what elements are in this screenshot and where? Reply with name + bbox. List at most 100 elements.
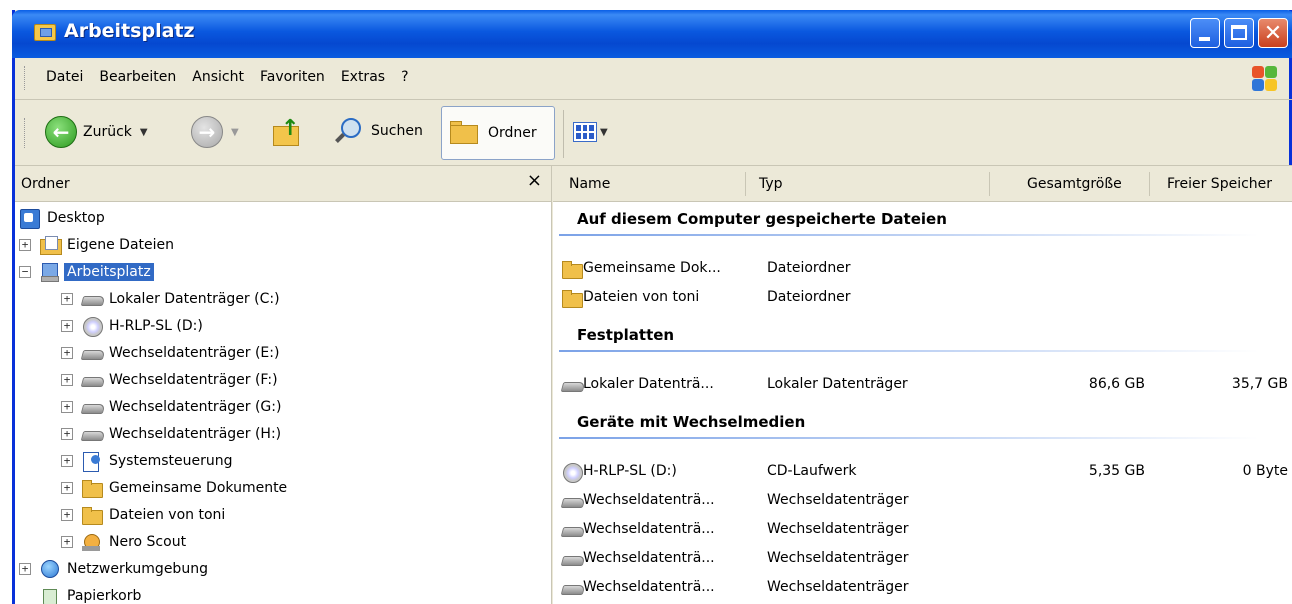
menu-grip[interactable] [24, 66, 27, 90]
tree-item[interactable]: + Gemeinsame Dokumente [61, 474, 287, 501]
list-item[interactable]: Wechseldatenträ... Wechseldatenträger [553, 488, 1292, 514]
expand-icon[interactable]: + [61, 481, 73, 494]
search-label: Suchen [371, 123, 423, 139]
column-divider[interactable] [1149, 172, 1150, 196]
tree-item[interactable]: + Wechseldatenträger (F:) [61, 366, 278, 393]
toolbar-grip[interactable] [24, 118, 27, 148]
close-button[interactable]: ✕ [1258, 18, 1288, 48]
forward-dropdown-icon[interactable]: ▼ [231, 127, 239, 138]
collapse-icon[interactable]: − [19, 265, 31, 278]
up-folder-icon: ↑ [271, 116, 301, 148]
expand-icon[interactable]: + [19, 238, 31, 251]
item-free-space: 0 Byte [1242, 463, 1288, 479]
item-name: Gemeinsame Dok... [583, 260, 721, 276]
item-name: Wechseldatenträ... [583, 492, 715, 508]
group-divider [559, 234, 1259, 236]
close-icon: ✕ [1263, 20, 1283, 46]
expand-icon[interactable]: + [19, 562, 31, 575]
column-divider[interactable] [745, 172, 746, 196]
removable-drive-icon [81, 370, 103, 390]
search-button[interactable]: Suchen [333, 116, 423, 146]
removable-drive-icon [561, 520, 583, 540]
tree-item[interactable]: + Nero Scout [61, 528, 186, 555]
forward-button[interactable]: → ▼ [191, 116, 239, 148]
views-button[interactable]: ▼ [573, 122, 608, 142]
item-name: Wechseldatenträ... [583, 550, 715, 566]
my-computer-icon [39, 262, 61, 282]
title-bar[interactable]: Arbeitsplatz ✕ [12, 10, 1292, 58]
folder-pane-header: Ordner × [15, 166, 551, 202]
hard-drive-icon [561, 375, 583, 395]
menu-item-0[interactable]: Datei [38, 69, 91, 85]
list-item[interactable]: Gemeinsame Dok... Dateiordner [553, 256, 1292, 282]
list-item[interactable]: Lokaler Datenträ... Lokaler Datenträger 86… [553, 372, 1292, 398]
folder-icon [81, 478, 103, 498]
expand-icon[interactable]: + [61, 535, 73, 548]
tree-item[interactable]: + Wechseldatenträger (H:) [61, 420, 281, 447]
tree-item-label: H-RLP-SL (D:) [109, 317, 203, 334]
folders-icon [450, 121, 480, 145]
expand-icon[interactable]: + [61, 508, 73, 521]
tree-item[interactable]: + Wechseldatenträger (G:) [61, 393, 281, 420]
group-divider [559, 350, 1259, 352]
expand-icon[interactable]: + [61, 454, 73, 467]
back-button[interactable]: ← Zurück ▼ [45, 116, 148, 148]
expand-icon[interactable]: + [61, 319, 73, 332]
tree-item-label: Wechseldatenträger (H:) [109, 425, 282, 442]
column-divider[interactable] [989, 172, 990, 196]
control-panel-icon [81, 451, 103, 472]
tree-item[interactable]: + Lokaler Datenträger (C:) [61, 285, 280, 312]
column-type[interactable]: Typ [759, 176, 783, 192]
menu-item-5[interactable]: ? [393, 69, 416, 85]
group-header: Festplatten [577, 326, 675, 344]
list-item[interactable]: Wechseldatenträ... Wechseldatenträger [553, 546, 1292, 572]
column-free-space[interactable]: Freier Speicher [1167, 176, 1272, 192]
back-dropdown-icon[interactable]: ▼ [140, 127, 148, 138]
maximize-button[interactable] [1224, 18, 1254, 48]
tree-item-label: Systemsteuerung [109, 452, 233, 469]
item-type: Dateiordner [767, 260, 851, 276]
folders-button[interactable]: Ordner [441, 106, 555, 160]
views-dropdown-icon: ▼ [600, 126, 608, 138]
expand-icon[interactable]: + [61, 427, 73, 440]
menu-item-3[interactable]: Favoriten [252, 69, 333, 85]
tree-item[interactable]: + Netzwerkumgebung [19, 555, 208, 582]
expand-icon[interactable]: + [61, 346, 73, 359]
my-computer-folder-icon [34, 24, 56, 41]
expand-icon[interactable]: + [61, 400, 73, 413]
tree-item[interactable]: Papierkorb [19, 582, 141, 604]
list-item[interactable]: Wechseldatenträ... Wechseldatenträger [553, 575, 1292, 601]
expand-icon[interactable]: + [61, 373, 73, 386]
removable-drive-icon [561, 549, 583, 569]
tree-item[interactable]: − Arbeitsplatz [19, 258, 154, 285]
removable-drive-icon [561, 491, 583, 511]
column-total-size[interactable]: Gesamtgröße [1027, 176, 1122, 192]
tree-item[interactable]: + H-RLP-SL (D:) [61, 312, 203, 339]
item-type: CD-Laufwerk [767, 463, 857, 479]
list-item[interactable]: Dateien von toni Dateiordner [553, 285, 1292, 311]
my-documents-icon [39, 235, 62, 255]
menu-item-4[interactable]: Extras [333, 69, 393, 85]
tree-item[interactable]: + Wechseldatenträger (E:) [61, 339, 279, 366]
list-item[interactable]: H-RLP-SL (D:) CD-Laufwerk 5,35 GB 0 Byte [553, 459, 1292, 485]
tree-item[interactable]: + Systemsteuerung [61, 447, 232, 474]
menu-item-2[interactable]: Ansicht [184, 69, 252, 85]
menu-item-1[interactable]: Bearbeiten [91, 69, 184, 85]
recycle-bin-icon [39, 586, 61, 604]
minimize-button[interactable] [1190, 18, 1220, 48]
item-name: Wechseldatenträ... [583, 579, 715, 595]
group-header: Auf diesem Computer gespeicherte Dateien [577, 210, 947, 228]
tree-item[interactable]: + Eigene Dateien [19, 231, 174, 258]
up-folder-button[interactable]: ↑ [271, 116, 301, 148]
folder-icon [561, 259, 583, 279]
tree-item[interactable]: + Dateien von toni [61, 501, 225, 528]
tree-item[interactable]: Desktop [19, 204, 105, 231]
list-item[interactable]: Wechseldatenträ... Wechseldatenträger [553, 517, 1292, 543]
folder-tree-pane: Ordner × Desktop + Eigene Dateien − Arbeitsp… [15, 166, 552, 604]
tree-item-label: Arbeitsplatz [64, 262, 154, 281]
tree-item-label: Wechseldatenträger (E:) [109, 344, 280, 361]
expand-icon[interactable]: + [61, 292, 73, 305]
item-name: Lokaler Datenträ... [583, 376, 714, 392]
close-pane-icon[interactable]: × [527, 170, 542, 191]
column-name[interactable]: Name [569, 176, 610, 192]
